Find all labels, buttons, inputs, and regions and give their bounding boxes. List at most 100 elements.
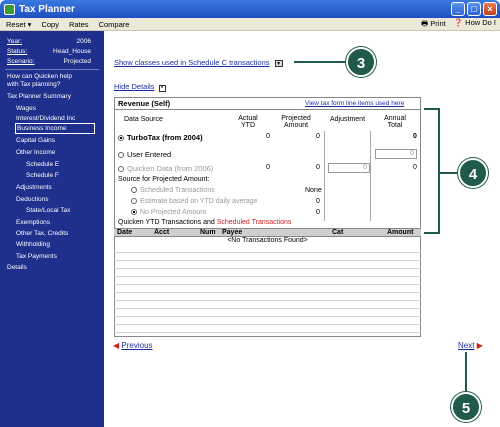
option-no-projected-value: 0 — [316, 209, 320, 216]
view-line-items-link[interactable]: View tax form line items used here — [305, 100, 404, 107]
sidebar-item-capital-gains[interactable]: Capital Gains — [16, 137, 55, 144]
table-row — [114, 325, 421, 333]
option-scheduled[interactable]: Scheduled Transactions — [131, 187, 215, 194]
radio-icon — [131, 198, 137, 205]
sidebar-item-state-local-tax[interactable]: State/Local Tax — [26, 207, 70, 214]
sidebar-item-other-tax[interactable]: Other Tax, Credits — [16, 230, 68, 237]
turbotax-annual: 0 — [413, 133, 417, 140]
table-row — [114, 245, 421, 253]
col-num[interactable]: Num — [200, 229, 216, 236]
arrow-left-icon: ◀ — [113, 341, 120, 350]
help-icon: ❓ — [453, 17, 464, 27]
scenario-row[interactable]: Scenario: Projected — [7, 58, 97, 65]
turbotax-radio[interactable]: TurboTax (from 2004) — [118, 133, 203, 142]
menu-bar: Reset ▾ Copy Rates Compare 🖶 Print ❓ How… — [0, 18, 500, 31]
window-title: Tax Planner — [19, 3, 75, 15]
col-amount[interactable]: Amount — [387, 229, 413, 236]
sidebar-item-exemptions[interactable]: Exemptions — [16, 219, 50, 226]
turbotax-actual: 0 — [266, 133, 270, 140]
callout-4-line-top — [424, 108, 438, 110]
callout-4-line-bottom — [424, 232, 438, 234]
sidebar-item-adjustments[interactable]: Adjustments — [16, 184, 52, 191]
col-cat[interactable]: Cat — [332, 229, 343, 236]
callout-3: 3 — [346, 47, 376, 77]
help-link[interactable]: How can Quicken help — [7, 73, 72, 80]
option-estimate[interactable]: Estimate based on YTD daily average — [131, 198, 257, 205]
sidebar-item-withholding[interactable]: Withholding — [16, 241, 50, 248]
sidebar-item-schedule-e[interactable]: Schedule E — [26, 161, 59, 168]
sidebar-item-business-income[interactable]: Business Income — [17, 125, 67, 132]
close-button[interactable]: × — [483, 2, 497, 16]
radio-icon — [118, 166, 124, 173]
menu-copy[interactable]: Copy — [41, 20, 59, 29]
col-payee[interactable]: Payee — [222, 229, 242, 236]
sidebar-item-other-income[interactable]: Other Income — [16, 149, 55, 156]
sidebar-item-summary[interactable]: Tax Planner Summary — [7, 93, 71, 100]
menu-rates[interactable]: Rates — [69, 20, 89, 29]
help-link-line2[interactable]: with Tax planning? — [7, 81, 60, 88]
radio-icon — [131, 187, 137, 194]
radio-icon — [118, 135, 124, 142]
app-icon — [4, 3, 15, 15]
option-estimate-value: 0 — [316, 198, 320, 205]
table-row — [114, 309, 421, 317]
divider — [114, 109, 421, 110]
table-row — [114, 301, 421, 309]
option-no-projected[interactable]: No Projected Amount — [131, 209, 206, 216]
close-icon[interactable]: × — [158, 85, 166, 92]
sidebar-item-interest[interactable]: Interest/Dividend Inc — [16, 115, 75, 122]
how-do-i-button[interactable]: ❓ How Do I — [454, 18, 496, 31]
year-row[interactable]: Year: 2006 — [7, 38, 97, 45]
print-button[interactable]: 🖶 Print — [421, 18, 446, 31]
title-bar: Tax Planner _ □ × — [0, 0, 500, 18]
table-row — [114, 253, 421, 261]
quicken-annual: 0 — [413, 164, 417, 171]
quicken-adjustment-input[interactable]: 0 — [328, 163, 370, 173]
user-entered-input[interactable]: 0 — [375, 149, 417, 159]
no-transactions-text: <No Transactions Found> — [227, 237, 308, 244]
callout-4-line-vert — [438, 108, 440, 234]
quicken-data-radio[interactable]: Quicken Data (from 2006) — [118, 164, 213, 173]
callout-4-line-horiz — [440, 172, 458, 174]
header-projected-amount: Projected Amount — [281, 115, 311, 129]
table-row — [114, 269, 421, 277]
radio-icon — [118, 152, 124, 159]
transactions-table-header: Date Acct Num Payee Cat Amount — [114, 228, 421, 237]
callout-4: 4 — [458, 158, 488, 188]
quicken-actual: 0 — [266, 164, 270, 171]
window-controls: _ □ × — [451, 2, 497, 16]
previous-button[interactable]: ◀ Previous — [113, 341, 153, 350]
header-annual-total: Annual Total — [384, 115, 406, 129]
source-projected-label: Source for Projected Amount: — [118, 176, 210, 183]
sidebar-item-deductions[interactable]: Deductions — [16, 196, 49, 203]
show-classes-link[interactable]: Show classes used in Schedule C transact… — [114, 58, 283, 67]
col-date[interactable]: Date — [117, 229, 132, 236]
sidebar-item-schedule-f[interactable]: Schedule F — [26, 172, 59, 179]
table-row — [114, 285, 421, 293]
status-row[interactable]: Status: Head_House — [7, 48, 97, 55]
col-acct[interactable]: Acct — [154, 229, 169, 236]
panel-title: Revenue (Self) — [118, 99, 171, 108]
callout-3-line — [294, 61, 346, 63]
header-adjustment: Adjustment — [330, 116, 366, 123]
menu-reset[interactable]: Reset ▾ — [6, 20, 31, 29]
dropdown-icon[interactable]: ▼ — [274, 60, 283, 67]
callout-5: 5 — [451, 392, 481, 422]
table-row — [114, 277, 421, 285]
table-row — [114, 317, 421, 325]
minimize-button[interactable]: _ — [451, 2, 465, 16]
option-scheduled-value: None — [305, 187, 322, 194]
maximize-button[interactable]: □ — [467, 2, 481, 16]
ytd-transactions-label: Quicken YTD Transactions and Scheduled T… — [118, 219, 292, 226]
hide-details-link[interactable]: Hide Details × — [114, 82, 166, 92]
table-row — [114, 261, 421, 269]
header-actual-ytd: Actual YTD — [238, 115, 258, 129]
next-button[interactable]: Next ▶ — [458, 341, 483, 350]
sidebar-item-tax-payments[interactable]: Tax Payments — [16, 253, 57, 260]
user-entered-radio[interactable]: User Entered — [118, 150, 171, 159]
sidebar-item-details[interactable]: Details — [7, 264, 27, 271]
menu-compare[interactable]: Compare — [99, 20, 130, 29]
sidebar-item-wages[interactable]: Wages — [16, 105, 36, 112]
header-data-source: Data Source — [124, 116, 163, 123]
sidebar: Year: 2006 Status: Head_House Scenario: … — [0, 31, 104, 427]
